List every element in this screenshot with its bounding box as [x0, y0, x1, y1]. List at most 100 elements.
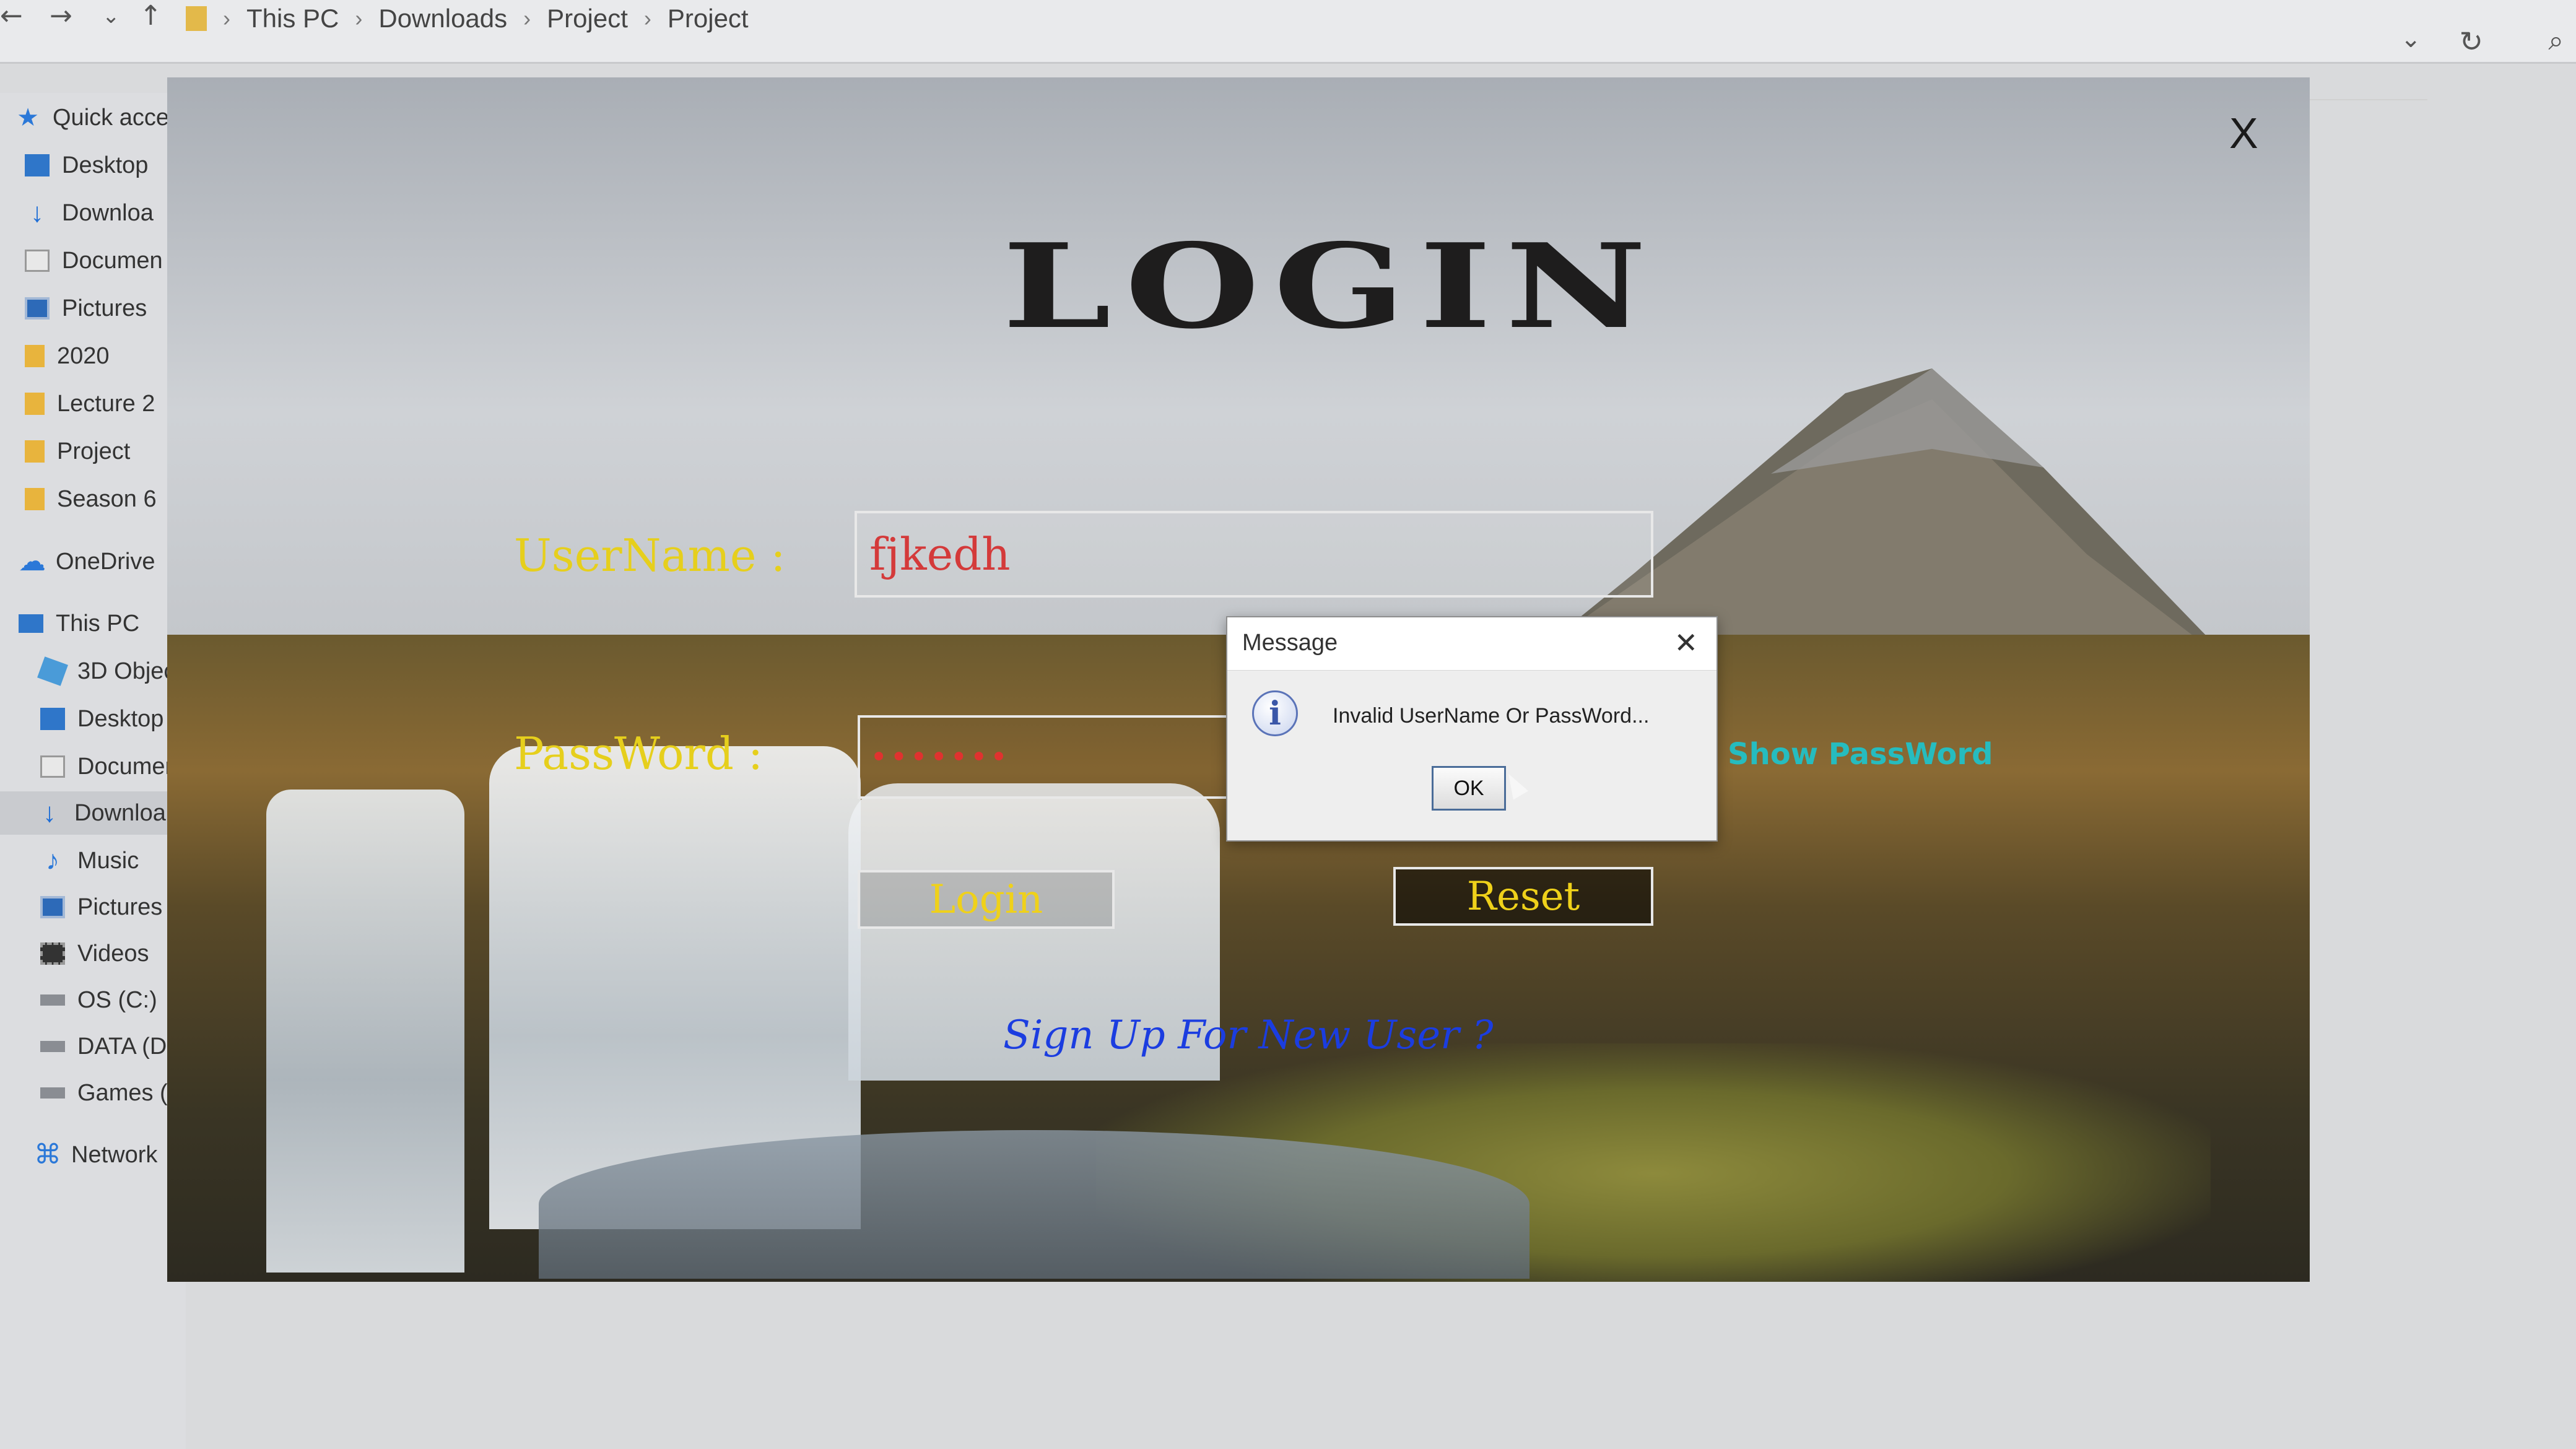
breadcrumb-item[interactable]: Downloads: [378, 4, 507, 33]
sidebar-item-downloads-pc[interactable]: ↓ Downloa: [0, 791, 186, 835]
network-icon: ⌘: [34, 1139, 61, 1170]
sidebar-item-label: 3D Objec: [77, 658, 176, 684]
sidebar-item-label: OneDrive: [56, 548, 155, 575]
folder-icon: [25, 488, 45, 510]
folder-icon: [25, 345, 45, 367]
chevron-right-icon: ›: [355, 6, 363, 31]
chevron-down-icon[interactable]: ⌄: [2400, 25, 2421, 53]
folder-icon: [25, 440, 45, 463]
sidebar-item-label: Pictures: [62, 295, 147, 321]
chevron-right-icon: ›: [523, 6, 531, 31]
sidebar-item-label: Quick acce: [53, 104, 169, 131]
sidebar-item-label: Videos: [77, 940, 149, 967]
username-field[interactable]: fjkedh: [855, 511, 1653, 598]
sidebar-item-label: Desktop: [62, 152, 149, 178]
sidebar-item-documents[interactable]: Documen: [25, 239, 163, 282]
sidebar-item-label: Documen: [77, 753, 178, 780]
desktop-icon: [40, 708, 65, 730]
sidebar-item-project[interactable]: Project: [25, 430, 130, 473]
sidebar-item-season[interactable]: Season 6: [25, 477, 157, 521]
sidebar-item-downloads[interactable]: ↓ Downloa: [25, 191, 154, 235]
sidebar-item-2020[interactable]: 2020: [25, 334, 110, 378]
folder-icon: [186, 6, 207, 31]
sidebar-item-label: 2020: [57, 342, 110, 369]
sidebar-item-label: DATA (D:: [77, 1033, 173, 1060]
cloud-icon: ☁: [19, 546, 46, 577]
sidebar-item-label: Downloa: [62, 199, 154, 226]
download-icon: ↓: [30, 198, 44, 228]
drive-icon: [40, 1041, 65, 1052]
star-icon: ★: [17, 104, 39, 131]
sidebar-item-label: Documen: [62, 247, 163, 274]
sidebar-item-data-d[interactable]: DATA (D:: [40, 1025, 173, 1068]
drive-icon: [40, 994, 65, 1006]
sidebar-item-games-h[interactable]: Games (H: [40, 1071, 185, 1115]
computer-icon: [19, 614, 43, 633]
sidebar-item-desktop[interactable]: Desktop: [25, 144, 148, 187]
sidebar-item-label: Desktop: [77, 705, 164, 732]
show-password-checkbox[interactable]: Show PassWord: [1728, 737, 1993, 772]
sidebar-item-pictures-pc[interactable]: Pictures: [40, 886, 162, 929]
sidebar-item-label: Downloa: [74, 799, 166, 826]
folder-icon: [25, 393, 45, 415]
breadcrumb-item[interactable]: Project: [668, 4, 749, 33]
dialog-title: Message: [1242, 630, 1338, 656]
breadcrumb-item[interactable]: Project: [547, 4, 628, 33]
sidebar-item-label: Project: [57, 438, 131, 464]
dialog-message: Invalid UserName Or PassWord...: [1333, 704, 1650, 728]
chevron-right-icon: ›: [643, 6, 651, 31]
desktop-icon: [25, 154, 50, 176]
sidebar-item-videos[interactable]: Videos: [40, 932, 149, 975]
close-icon[interactable]: ✕: [1674, 626, 1698, 659]
breadcrumb-item[interactable]: This PC: [246, 4, 339, 33]
sidebar-item-network[interactable]: ⌘ Network: [34, 1133, 157, 1177]
music-icon: ♪: [46, 845, 59, 876]
ok-button[interactable]: OK: [1432, 766, 1506, 811]
message-dialog: Message ✕ i Invalid UserName Or PassWord…: [1226, 616, 1718, 842]
login-button[interactable]: Login: [858, 870, 1115, 929]
chevron-right-icon: ›: [223, 6, 230, 31]
info-icon: i: [1252, 690, 1298, 736]
reset-button[interactable]: Reset: [1393, 867, 1653, 926]
sidebar-item-3d-objects[interactable]: 3D Objec: [37, 650, 176, 693]
dialog-titlebar: Message ✕: [1227, 617, 1717, 671]
password-field[interactable]: •••••••: [858, 715, 1242, 799]
sidebar-item-os-c[interactable]: OS (C:): [40, 978, 157, 1022]
sidebar-item-label: Lecture 2: [57, 390, 155, 417]
waterfall-image: [266, 790, 464, 1273]
cube-icon: [37, 656, 68, 686]
close-button[interactable]: X: [2229, 108, 2258, 158]
sidebar-item-pictures[interactable]: Pictures: [25, 287, 147, 330]
sidebar-item-quick-access[interactable]: ★ Quick acce: [15, 96, 169, 139]
documents-icon: [25, 250, 50, 272]
breadcrumb: › This PC › Downloads › Project › Projec…: [186, 0, 749, 37]
sidebar-item-music[interactable]: ♪ Music: [40, 839, 139, 882]
sidebar-item-lecture[interactable]: Lecture 2: [25, 382, 155, 425]
refresh-icon[interactable]: ↻: [2459, 25, 2483, 58]
pictures-icon: [40, 896, 65, 918]
sidebar-item-desktop-pc[interactable]: Desktop: [40, 697, 163, 741]
back-arrow-icon[interactable]: ←: [0, 0, 23, 32]
signup-link[interactable]: Sign Up For New User ?: [1003, 1012, 1493, 1058]
recent-locations-icon[interactable]: ⌄: [102, 4, 120, 28]
sidebar-item-label: Music: [77, 847, 139, 874]
sidebar-item-documents-pc[interactable]: Documen: [40, 745, 178, 788]
sidebar-item-label: Season 6: [57, 485, 157, 512]
forward-arrow-icon[interactable]: →: [50, 0, 72, 32]
river-image: [539, 1130, 1530, 1279]
search-icon[interactable]: ⌕: [2548, 25, 2564, 56]
sidebar-item-label: Pictures: [77, 894, 163, 920]
drive-icon: [40, 1087, 65, 1099]
sidebar-item-label: Network: [71, 1141, 158, 1168]
documents-icon: [40, 755, 65, 778]
download-icon: ↓: [43, 798, 56, 828]
explorer-toolbar: ← → ⌄ ↑ › This PC › Downloads › Project …: [0, 0, 2576, 64]
sidebar-item-onedrive[interactable]: ☁ OneDrive: [19, 540, 155, 583]
up-arrow-icon[interactable]: ↑: [139, 0, 162, 32]
sidebar-item-label: This PC: [56, 610, 140, 637]
password-label: PassWord :: [514, 728, 764, 780]
sidebar-item-this-pc[interactable]: This PC: [19, 602, 139, 645]
pictures-icon: [25, 297, 50, 320]
sidebar-item-label: OS (C:): [77, 986, 157, 1013]
videos-icon: [40, 942, 65, 965]
